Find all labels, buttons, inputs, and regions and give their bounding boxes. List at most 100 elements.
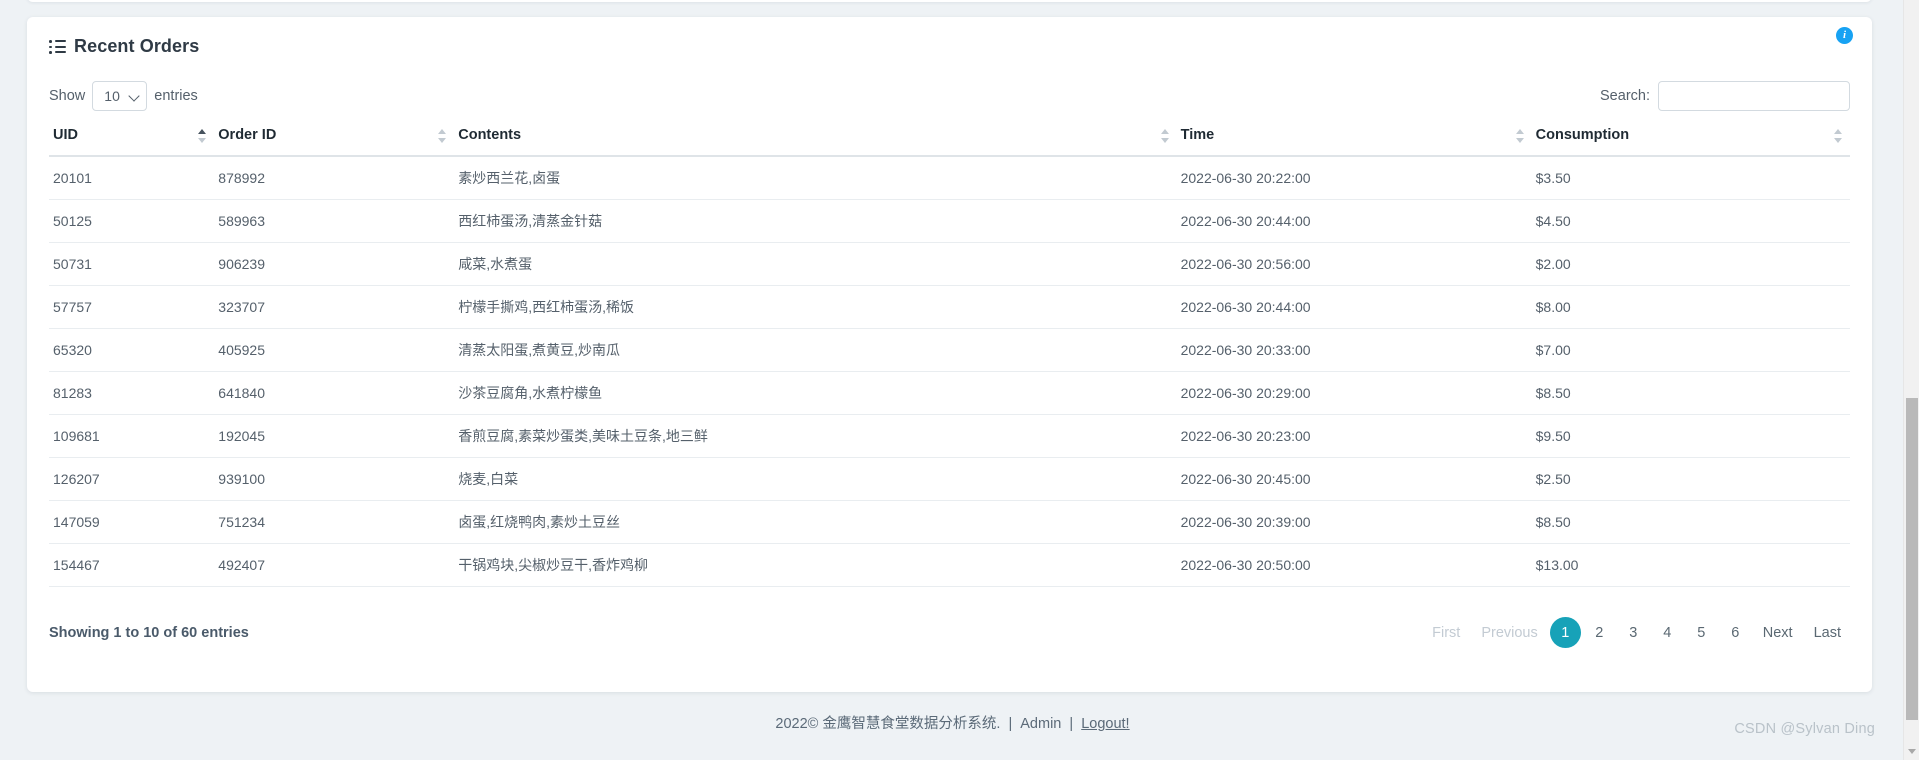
cell-uid: 147059 bbox=[49, 500, 215, 544]
column-label-order-id: Order ID bbox=[218, 127, 277, 143]
page-length-select[interactable]: 10 bbox=[92, 81, 148, 111]
cell-contents: 干锅鸡块,尖椒炒豆干,香炸鸡柳 bbox=[454, 543, 1177, 587]
pagination-button-first: First bbox=[1432, 624, 1461, 641]
cell-order_id: 906239 bbox=[214, 242, 455, 286]
column-label-time: Time bbox=[1180, 127, 1215, 143]
cell-uid: 57757 bbox=[49, 285, 215, 329]
cell-consumption: $2.00 bbox=[1531, 242, 1850, 286]
cell-contents: 沙茶豆腐角,水煮柠檬鱼 bbox=[454, 371, 1177, 415]
table-row: 147059 751234 卤蛋,红烧鸭肉,素炒土豆丝 2022-06-30 20:3… bbox=[49, 500, 1850, 544]
cell-time: 2022-06-30 20:44:00 bbox=[1176, 199, 1532, 243]
cell-order_id: 492407 bbox=[214, 543, 455, 587]
scroll-down-arrow-icon[interactable] bbox=[1908, 749, 1916, 754]
cell-time: 2022-06-30 20:23:00 bbox=[1176, 414, 1532, 458]
search-label: Search: bbox=[1600, 88, 1650, 104]
cell-uid: 50125 bbox=[49, 199, 215, 243]
table-row: 50125 589963 西红柿蛋汤,清蒸金针菇 2022-06-30 20:44:0… bbox=[49, 199, 1850, 243]
cell-time: 2022-06-30 20:39:00 bbox=[1176, 500, 1532, 544]
cell-uid: 50731 bbox=[49, 242, 215, 286]
cell-contents: 清蒸太阳蛋,煮黄豆,炒南瓜 bbox=[454, 328, 1177, 372]
sort-arrows-icon-order-id bbox=[438, 128, 447, 144]
table-header-row: UID Order ID Contents Time Consumption bbox=[49, 117, 1850, 157]
search-input[interactable] bbox=[1658, 81, 1850, 111]
pagination-button-4[interactable]: 4 bbox=[1652, 617, 1683, 648]
cell-uid: 20101 bbox=[49, 156, 215, 200]
cell-order_id: 878992 bbox=[214, 156, 455, 200]
cell-time: 2022-06-30 20:50:00 bbox=[1176, 543, 1532, 587]
pagination-button-1[interactable]: 1 bbox=[1549, 617, 1581, 648]
column-header-contents[interactable]: Contents bbox=[454, 117, 1177, 157]
cell-consumption: $7.00 bbox=[1531, 328, 1850, 372]
pagination: First Previous 1 2 3 4 5 6 Next Last bbox=[1423, 617, 1850, 648]
cell-uid: 154467 bbox=[49, 543, 215, 587]
cell-consumption: $8.50 bbox=[1531, 371, 1850, 415]
table-row: 154467 492407 干锅鸡块,尖椒炒豆干,香炸鸡柳 2022-06-30 20… bbox=[49, 543, 1850, 587]
table-footer: Showing 1 to 10 of 60 entries First Previ… bbox=[27, 599, 1872, 648]
cell-consumption: $3.50 bbox=[1531, 156, 1850, 200]
orders-table-wrap: UID Order ID Contents Time Consumption 2… bbox=[27, 117, 1872, 587]
cell-uid: 81283 bbox=[49, 371, 215, 415]
info-circle-icon[interactable]: i bbox=[1836, 27, 1853, 44]
footer-separator-right: | bbox=[1069, 716, 1074, 732]
show-label: Show bbox=[49, 88, 86, 104]
cell-order_id: 589963 bbox=[214, 199, 455, 243]
pagination-button-5[interactable]: 5 bbox=[1686, 617, 1717, 648]
sort-arrows-icon-time bbox=[1515, 128, 1525, 144]
cell-time: 2022-06-30 20:33:00 bbox=[1176, 328, 1532, 372]
cell-time: 2022-06-30 20:56:00 bbox=[1176, 242, 1532, 286]
pagination-button-previous: Previous bbox=[1481, 624, 1538, 641]
card-header: Recent Orders i bbox=[27, 17, 1872, 75]
pagination-button-2[interactable]: 2 bbox=[1584, 617, 1615, 648]
cell-contents: 柠檬手撕鸡,西红柿蛋汤,稀饭 bbox=[454, 285, 1177, 329]
pagination-button-last[interactable]: Last bbox=[1805, 617, 1850, 648]
cell-order_id: 192045 bbox=[214, 414, 455, 458]
cell-uid: 65320 bbox=[49, 328, 215, 372]
table-row: 20101 878992 素炒西兰花,卤蛋 2022-06-30 20:22:00 $3… bbox=[49, 156, 1850, 200]
cell-consumption: $4.50 bbox=[1531, 199, 1850, 243]
list-icon bbox=[49, 40, 66, 54]
column-label-consumption: Consumption bbox=[1535, 127, 1630, 143]
cell-contents: 咸菜,水煮蛋 bbox=[454, 242, 1177, 286]
entries-info: Showing 1 to 10 of 60 entries bbox=[49, 624, 249, 641]
table-row: 65320 405925 清蒸太阳蛋,煮黄豆,炒南瓜 2022-06-30 20:33… bbox=[49, 328, 1850, 372]
cell-time: 2022-06-30 20:45:00 bbox=[1176, 457, 1532, 501]
pagination-button-3[interactable]: 3 bbox=[1618, 617, 1649, 648]
column-header-uid[interactable]: UID bbox=[49, 117, 215, 157]
cell-uid: 126207 bbox=[49, 457, 215, 501]
table-row: 50731 906239 咸菜,水煮蛋 2022-06-30 20:56:00 $2.0… bbox=[49, 242, 1850, 286]
column-header-time[interactable]: Time bbox=[1176, 117, 1532, 157]
column-label-uid: UID bbox=[53, 127, 78, 143]
page-length-select-wrap: 10 bbox=[92, 81, 148, 111]
recent-orders-card: Recent Orders i Show 10 entries Search: bbox=[27, 17, 1872, 692]
page-title: Recent Orders bbox=[49, 36, 199, 57]
table-row: 81283 641840 沙茶豆腐角,水煮柠檬鱼 2022-06-30 20:29:0… bbox=[49, 371, 1850, 415]
column-header-consumption[interactable]: Consumption bbox=[1531, 117, 1850, 157]
pagination-button-6[interactable]: 6 bbox=[1720, 617, 1751, 648]
pagination-button-next[interactable]: Next bbox=[1754, 617, 1802, 648]
cell-consumption: $9.50 bbox=[1531, 414, 1850, 458]
footer-separator-left: | bbox=[1008, 716, 1013, 732]
table-row: 109681 192045 香煎豆腐,素菜炒蛋类,美味土豆条,地三鲜 2022-06-… bbox=[49, 414, 1850, 458]
table-row: 57757 323707 柠檬手撕鸡,西红柿蛋汤,稀饭 2022-06-30 20:4… bbox=[49, 285, 1850, 329]
cell-consumption: $13.00 bbox=[1531, 543, 1850, 587]
cell-contents: 素炒西兰花,卤蛋 bbox=[454, 156, 1177, 200]
orders-table: UID Order ID Contents Time Consumption 2… bbox=[49, 117, 1850, 587]
entries-label: entries bbox=[154, 88, 198, 104]
cell-contents: 香煎豆腐,素菜炒蛋类,美味土豆条,地三鲜 bbox=[454, 414, 1177, 458]
cell-consumption: $8.00 bbox=[1531, 285, 1850, 329]
column-header-order-id[interactable]: Order ID bbox=[214, 117, 455, 157]
scrollbar-thumb[interactable] bbox=[1906, 398, 1918, 720]
card-title-text: Recent Orders bbox=[74, 35, 200, 56]
cell-time: 2022-06-30 20:44:00 bbox=[1176, 285, 1532, 329]
cell-contents: 烧麦,白菜 bbox=[454, 457, 1177, 501]
cell-order_id: 323707 bbox=[214, 285, 455, 329]
window-scrollbar[interactable] bbox=[1903, 0, 1919, 760]
search-control: Search: bbox=[1600, 81, 1850, 111]
footer-copyright: 2022© 金鹰智慧食堂数据分析系统. bbox=[775, 716, 1001, 732]
logout-link[interactable]: Logout! bbox=[1081, 716, 1129, 732]
cell-contents: 西红柿蛋汤,清蒸金针菇 bbox=[454, 199, 1177, 243]
cell-time: 2022-06-30 20:22:00 bbox=[1176, 156, 1532, 200]
sort-arrows-icon-uid bbox=[198, 128, 207, 144]
site-footer: 2022© 金鹰智慧食堂数据分析系统. | Admin | Logout! bbox=[0, 712, 1905, 733]
sort-arrows-icon-consumption bbox=[1834, 128, 1843, 144]
